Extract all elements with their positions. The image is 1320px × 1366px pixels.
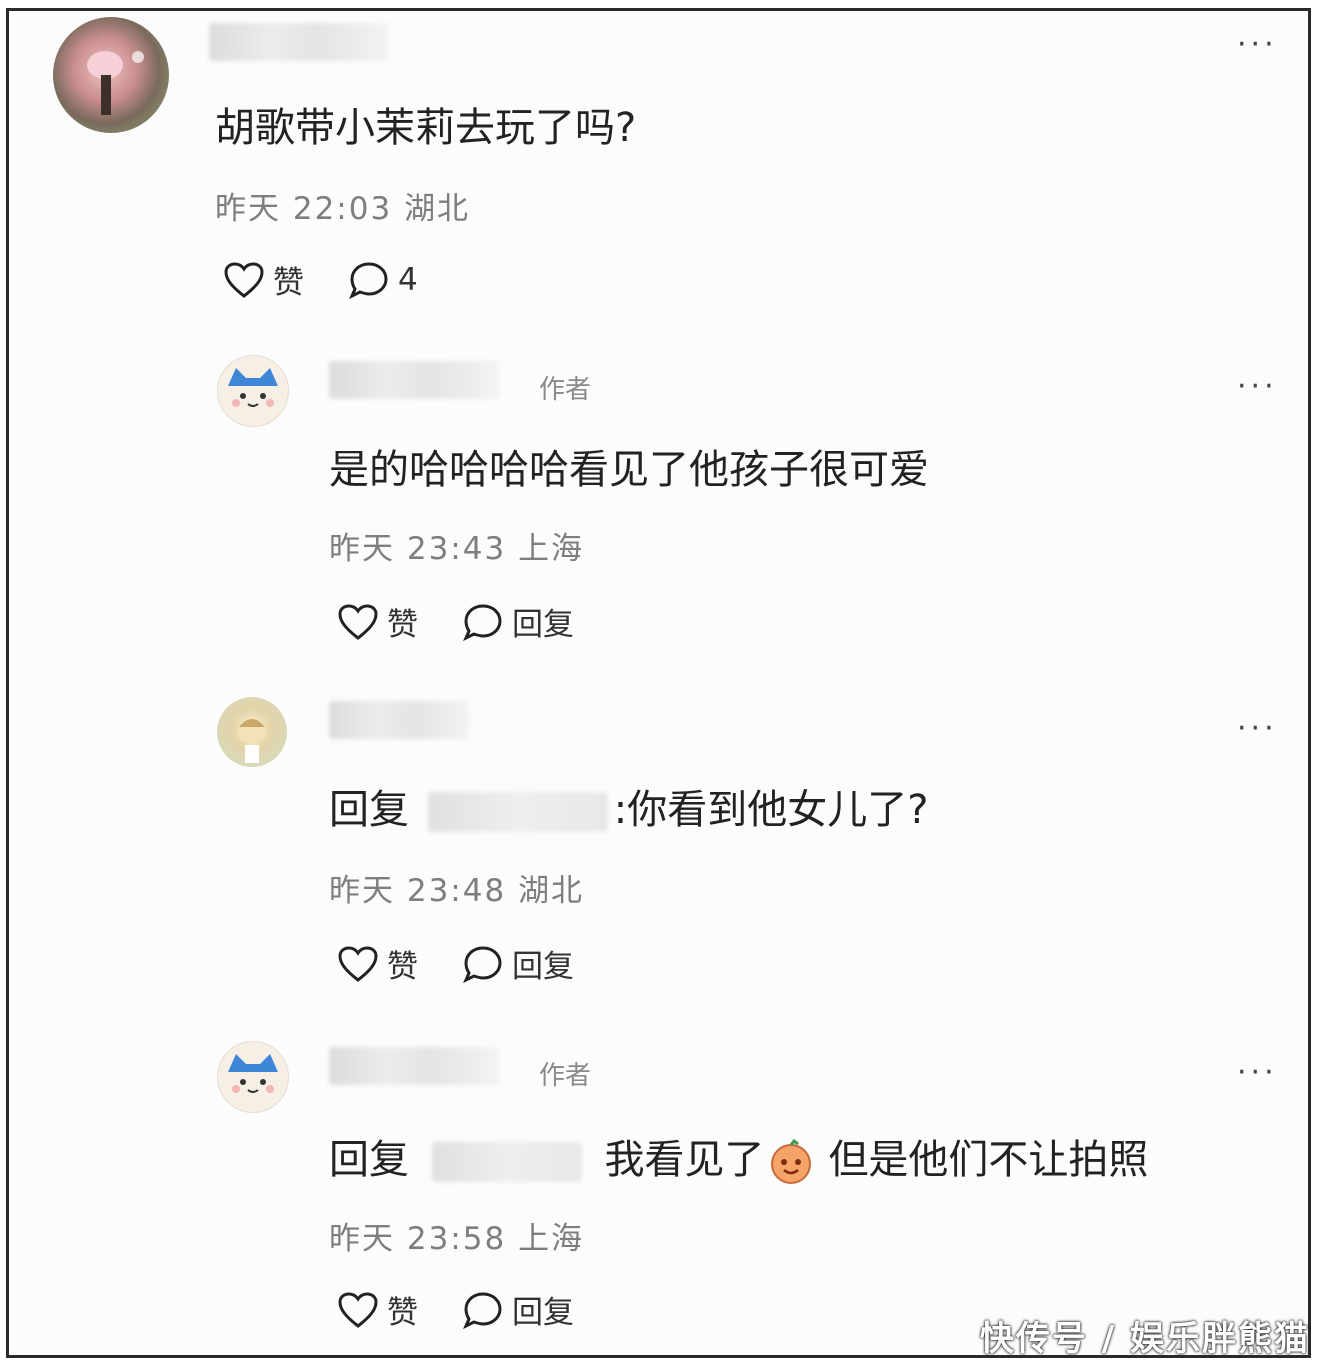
user-avatar[interactable] [217, 697, 287, 767]
username-redacted [329, 701, 469, 739]
comment-bubble-icon [463, 1291, 502, 1329]
reply-actions: 赞 回复 [337, 599, 618, 644]
cat-avatar-image [228, 1054, 278, 1093]
like-label: 赞 [273, 265, 304, 301]
like-button[interactable]: 赞 [337, 941, 418, 986]
comment-bubble-icon [463, 945, 502, 983]
reply-label: 回复 [512, 949, 574, 985]
username-redacted [329, 361, 499, 399]
more-options-button[interactable]: ··· [1237, 27, 1278, 62]
heart-icon [338, 945, 378, 982]
like-button[interactable]: 赞 [223, 257, 304, 302]
comment-bubble-icon [463, 603, 502, 641]
reply-time: 昨天 23:48 [329, 873, 507, 909]
heart-icon [338, 603, 378, 640]
reply-meta: 昨天 23:43 上海 [329, 523, 584, 568]
reply-location: 上海 [518, 1221, 585, 1257]
mentioned-username-redacted [427, 792, 608, 832]
like-label: 赞 [387, 1295, 418, 1331]
comment-location: 湖北 [404, 191, 471, 227]
author-avatar[interactable] [217, 355, 289, 427]
reply-button[interactable]: 回复 [462, 1287, 574, 1332]
reply-prefix: 回复 [329, 1137, 409, 1183]
emoji-icon [771, 1138, 812, 1184]
comment-text: 胡歌带小茉莉去玩了吗? [215, 105, 637, 151]
author-badge: 作者 [539, 375, 592, 405]
mentioned-username-redacted [431, 1142, 582, 1182]
reply-body-part1: 我看见了 [604, 1137, 765, 1183]
reply-meta: 昨天 23:58 上海 [329, 1213, 584, 1258]
avatar-image [238, 717, 266, 763]
more-options-button[interactable]: ··· [1237, 369, 1278, 404]
comment-time: 昨天 22:03 [215, 191, 393, 227]
reply-location: 上海 [518, 531, 585, 567]
reply-label: 回复 [512, 607, 574, 643]
reply-body-part2: 但是他们不让拍照 [828, 1137, 1149, 1183]
username-redacted [209, 23, 389, 61]
username-redacted [329, 1047, 499, 1085]
like-button[interactable]: 赞 [337, 599, 418, 644]
reply-button[interactable]: 回复 [462, 941, 574, 986]
avatar-image [87, 51, 144, 115]
more-options-button[interactable]: ··· [1237, 711, 1278, 746]
watermark: 快传号 / 娱乐胖熊猫 [979, 1319, 1310, 1359]
reply-button[interactable]: 回复 [462, 599, 574, 644]
user-avatar[interactable] [53, 17, 169, 133]
reply-body: :你看到他女儿了? [613, 787, 929, 833]
author-badge: 作者 [539, 1061, 592, 1091]
reply-meta: 昨天 23:48 湖北 [329, 865, 584, 910]
more-options-button[interactable]: ··· [1237, 1055, 1278, 1090]
reply-text: 回复 :你看到他女儿了? [329, 777, 928, 835]
reply-time: 昨天 23:58 [329, 1221, 507, 1257]
heart-icon [338, 1291, 378, 1328]
reply-text: 是的哈哈哈哈看见了他孩子很可爱 [329, 447, 929, 493]
reply-actions: 赞 回复 [337, 1287, 618, 1332]
reply-count: 4 [398, 261, 418, 298]
reply-text: 回复 我看见了 但是他们不让拍照 [329, 1127, 1148, 1185]
heart-icon [224, 261, 264, 298]
comment-bubble-icon [349, 261, 388, 299]
reply-actions: 赞 回复 [337, 941, 618, 986]
reply-count-button[interactable]: 4 [348, 260, 418, 300]
like-button[interactable]: 赞 [337, 1287, 418, 1332]
author-avatar[interactable] [217, 1041, 289, 1113]
comment-thread: ··· 胡歌带小茉莉去玩了吗? 昨天 22:03 湖北 赞 4 作者 ··· 是… [6, 8, 1311, 1358]
like-label: 赞 [387, 607, 418, 643]
comment-actions: 赞 4 [223, 257, 462, 302]
like-label: 赞 [387, 949, 418, 985]
cat-avatar-image [228, 368, 278, 407]
comment-meta: 昨天 22:03 湖北 [215, 183, 470, 228]
reply-time: 昨天 23:43 [329, 531, 507, 567]
reply-label: 回复 [512, 1295, 574, 1331]
reply-prefix: 回复 [329, 787, 409, 833]
reply-location: 湖北 [518, 873, 585, 909]
